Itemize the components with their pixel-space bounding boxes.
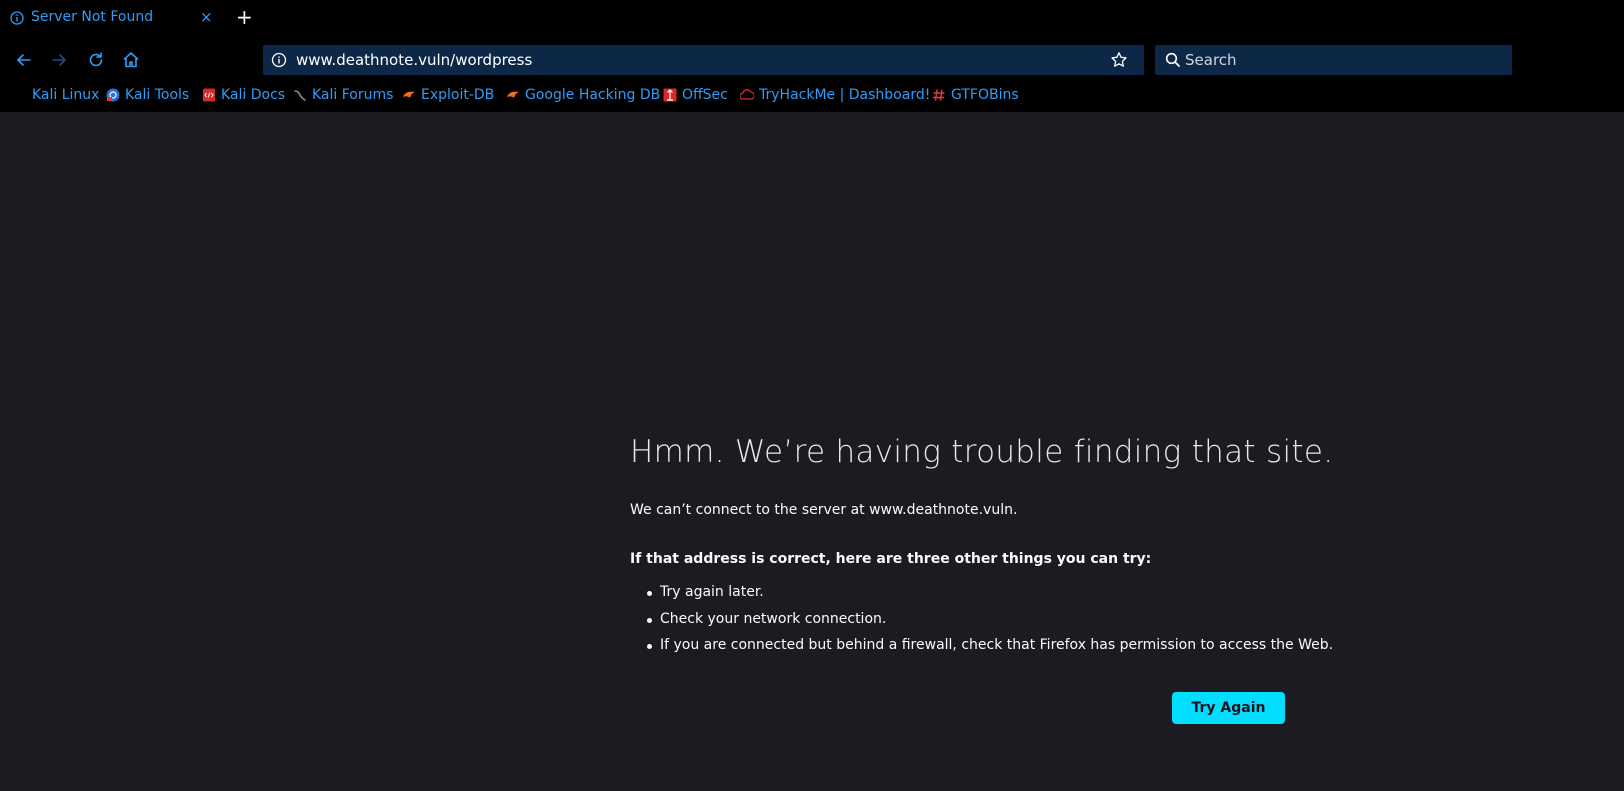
forward-arrow-icon[interactable] bbox=[49, 50, 69, 70]
error-description: We can’t connect to the server at www.de… bbox=[630, 502, 1018, 518]
bookmark-google-hacking-db[interactable]: Google Hacking DB bbox=[506, 87, 660, 103]
bookmarks-toolbar: Kali Linux Kali Tools Kali Docs Kali For… bbox=[0, 80, 1624, 112]
bookmark-tryhackme[interactable]: TryHackMe | Dashboard! bbox=[740, 87, 930, 103]
bookmark-gtfobins[interactable]: GTFOBins bbox=[932, 87, 1019, 103]
bookmark-label: Kali Linux bbox=[32, 87, 100, 103]
new-tab-button[interactable]: + bbox=[236, 5, 253, 29]
error-title: Hmm. We’re having trouble finding that s… bbox=[630, 434, 1334, 470]
bookmark-label: OffSec bbox=[682, 87, 728, 103]
try-again-button[interactable]: Try Again bbox=[1172, 692, 1285, 724]
reload-icon[interactable] bbox=[86, 50, 106, 70]
tab-strip: Server Not Found × + bbox=[0, 0, 1624, 37]
list-item: If you are connected but behind a firewa… bbox=[630, 637, 1333, 664]
bookmark-label: GTFOBins bbox=[951, 87, 1019, 103]
bookmark-offsec[interactable]: OffSec bbox=[663, 87, 728, 103]
list-item: Try again later. bbox=[630, 584, 1333, 611]
site-info-icon[interactable] bbox=[271, 52, 287, 68]
url-bar[interactable]: www.deathnote.vuln/wordpress bbox=[263, 45, 1144, 75]
bookmark-label: Google Hacking DB bbox=[525, 87, 661, 103]
exploit-db-icon bbox=[403, 91, 415, 98]
error-page: Hmm. We’re having trouble finding that s… bbox=[0, 112, 1624, 791]
home-icon[interactable] bbox=[121, 50, 141, 70]
bookmark-label: Kali Forums bbox=[312, 87, 394, 103]
bookmark-label: Kali Docs bbox=[221, 87, 286, 103]
suggestions-list: Try again later. Check your network conn… bbox=[630, 584, 1333, 664]
bookmark-kali-linux[interactable]: Kali Linux bbox=[32, 87, 99, 103]
close-tab-icon[interactable]: × bbox=[200, 8, 213, 26]
ghdb-icon bbox=[507, 91, 519, 98]
bookmark-star-icon[interactable] bbox=[1110, 51, 1128, 69]
tab-server-not-found[interactable]: Server Not Found × bbox=[0, 0, 220, 37]
bookmark-label: Exploit-DB bbox=[421, 87, 495, 103]
tryhackme-icon bbox=[740, 89, 754, 100]
suggestions-heading: If that address is correct, here are thr… bbox=[630, 551, 1152, 567]
tab-title: Server Not Found bbox=[31, 9, 154, 25]
url-text[interactable]: www.deathnote.vuln/wordpress bbox=[296, 51, 532, 69]
bookmark-kali-forums[interactable]: Kali Forums bbox=[293, 87, 393, 103]
gtfobins-icon bbox=[933, 89, 945, 101]
search-icon bbox=[1165, 52, 1180, 67]
bookmark-label: TryHackMe | Dashboard! bbox=[759, 87, 931, 103]
bookmark-label: Kali Tools bbox=[125, 87, 190, 103]
list-item: Check your network connection. bbox=[630, 611, 1333, 638]
bookmark-kali-docs[interactable]: Kali Docs bbox=[202, 87, 285, 103]
offsec-icon bbox=[663, 88, 677, 102]
info-icon bbox=[10, 11, 24, 25]
search-placeholder[interactable]: Search bbox=[1185, 51, 1237, 69]
search-bar[interactable]: Search bbox=[1155, 45, 1512, 75]
kali-forums-icon bbox=[294, 90, 306, 101]
bookmark-exploit-db[interactable]: Exploit-DB bbox=[402, 87, 494, 103]
bookmark-kali-tools[interactable]: Kali Tools bbox=[106, 87, 189, 103]
kali-tools-icon bbox=[106, 88, 120, 102]
kali-docs-icon bbox=[203, 88, 215, 102]
back-arrow-icon[interactable] bbox=[14, 50, 34, 70]
